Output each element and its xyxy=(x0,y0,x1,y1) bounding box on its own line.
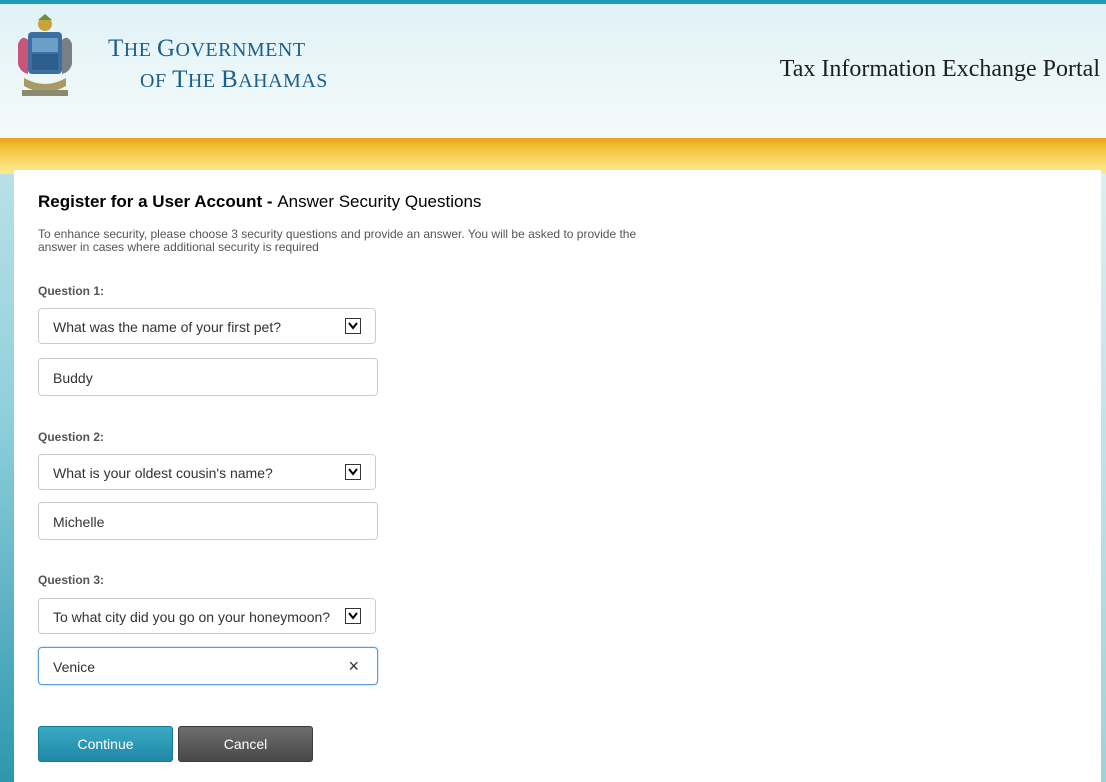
content-panel: Register for a User Account - Answer Sec… xyxy=(14,170,1101,782)
question-3-selected-value: To what city did you go on your honeymoo… xyxy=(53,609,331,625)
question-1-answer-value: Buddy xyxy=(53,370,93,386)
question-2-answer-field[interactable]: Michelle xyxy=(38,502,378,540)
question-2-label: Question 2: xyxy=(38,430,105,444)
chevron-down-icon[interactable] xyxy=(345,608,361,624)
question-3-answer-field[interactable]: Venice × xyxy=(38,647,378,685)
left-decorative-bar xyxy=(0,174,14,782)
question-2-answer-value: Michelle xyxy=(53,514,105,530)
question-3-answer-value: Venice xyxy=(53,659,96,675)
question-3-label: Question 3: xyxy=(38,573,105,587)
clear-icon[interactable]: × xyxy=(348,656,359,677)
header-gold-band xyxy=(0,138,1106,174)
chevron-down-icon[interactable] xyxy=(345,464,361,480)
chevron-down-icon[interactable] xyxy=(345,318,361,334)
coat-of-arms-logo xyxy=(18,14,72,96)
portal-title: Tax Information Exchange Portal xyxy=(779,56,1100,82)
cancel-button[interactable]: Cancel xyxy=(178,726,313,762)
question-3-select[interactable]: To what city did you go on your honeymoo… xyxy=(38,598,376,634)
question-1-label: Question 1: xyxy=(38,284,105,298)
page-title: Register for a User Account - Answer Sec… xyxy=(38,192,482,211)
right-decorative-bar xyxy=(1101,174,1106,782)
intro-text: To enhance security, please choose 3 sec… xyxy=(38,227,637,254)
question-1-answer-field[interactable]: Buddy xyxy=(38,358,378,396)
question-1-selected-value: What was the name of your first pet? xyxy=(53,319,281,335)
government-title: THE GOVERNMENT OF THE BAHAMAS xyxy=(108,35,328,93)
question-2-select[interactable]: What is your oldest cousin's name? xyxy=(38,454,376,490)
continue-button[interactable]: Continue xyxy=(38,726,173,762)
question-2-selected-value: What is your oldest cousin's name? xyxy=(53,465,273,481)
question-1-select[interactable]: What was the name of your first pet? xyxy=(38,308,376,344)
site-header: THE GOVERNMENT OF THE BAHAMAS Tax Inform… xyxy=(0,4,1106,138)
